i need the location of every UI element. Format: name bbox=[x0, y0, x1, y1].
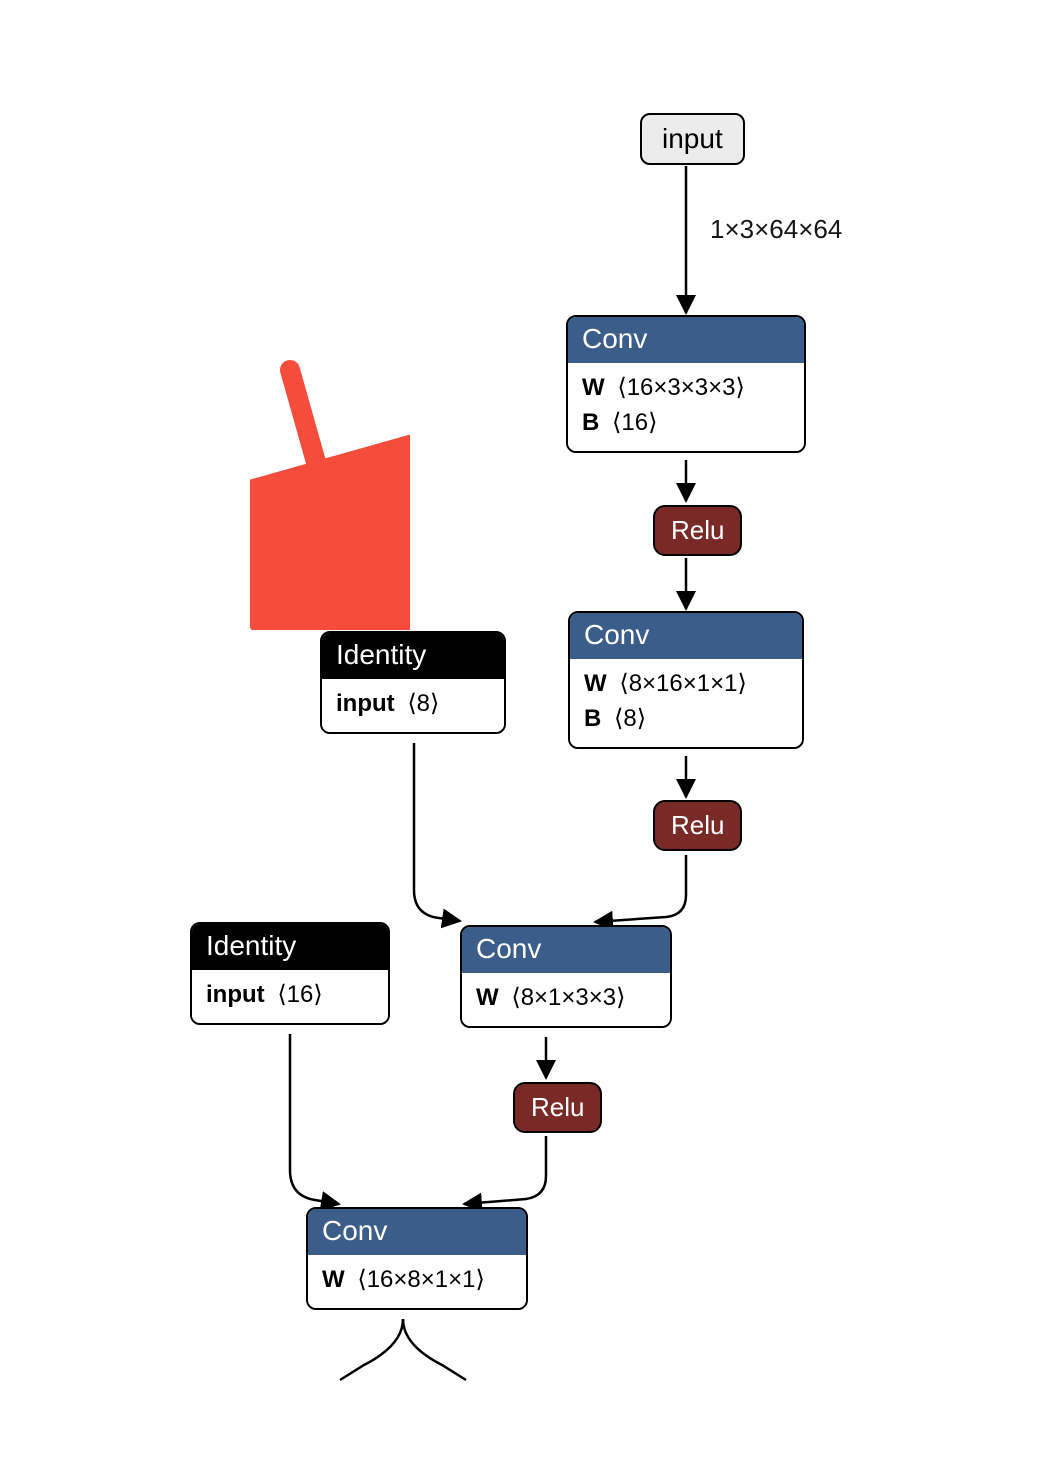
node-conv2[interactable]: Conv W ⟨8×16×1×1⟩ B ⟨8⟩ bbox=[568, 611, 804, 749]
node-conv2-row-W: W ⟨8×16×1×1⟩ bbox=[584, 667, 788, 702]
edge-conv4-out-left bbox=[340, 1319, 403, 1380]
node-relu2-label: Relu bbox=[671, 810, 724, 840]
node-relu1[interactable]: Relu bbox=[653, 505, 742, 556]
node-conv1-body: W ⟨16×3×3×3⟩ B ⟨16⟩ bbox=[568, 363, 804, 451]
edge-identity1-conv3 bbox=[414, 743, 460, 921]
node-identity2-title: Identity bbox=[192, 924, 388, 970]
node-conv3-title: Conv bbox=[462, 927, 670, 973]
node-conv2-row-B: B ⟨8⟩ bbox=[584, 702, 788, 737]
node-conv3[interactable]: Conv W ⟨8×1×3×3⟩ bbox=[460, 925, 672, 1028]
annotation-arrow-icon bbox=[250, 350, 410, 630]
node-conv2-body: W ⟨8×16×1×1⟩ B ⟨8⟩ bbox=[570, 659, 802, 747]
edge-conv4-out-right bbox=[403, 1319, 466, 1380]
node-conv4[interactable]: Conv W ⟨16×8×1×1⟩ bbox=[306, 1207, 528, 1310]
node-conv4-body: W ⟨16×8×1×1⟩ bbox=[308, 1255, 526, 1308]
node-relu2[interactable]: Relu bbox=[653, 800, 742, 851]
node-identity2[interactable]: Identity input ⟨16⟩ bbox=[190, 922, 390, 1025]
node-conv2-title: Conv bbox=[570, 613, 802, 659]
node-conv3-row-W: W ⟨8×1×3×3⟩ bbox=[476, 981, 656, 1016]
node-identity2-row-input: input ⟨16⟩ bbox=[206, 978, 374, 1013]
node-identity2-body: input ⟨16⟩ bbox=[192, 970, 388, 1023]
node-conv1[interactable]: Conv W ⟨16×3×3×3⟩ B ⟨16⟩ bbox=[566, 315, 806, 453]
node-relu3-label: Relu bbox=[531, 1092, 584, 1122]
node-identity1[interactable]: Identity input ⟨8⟩ bbox=[320, 631, 506, 734]
node-conv3-body: W ⟨8×1×3×3⟩ bbox=[462, 973, 670, 1026]
diagram-canvas: 1×3×64×64 input Conv W ⟨16×3×3×3⟩ B ⟨16⟩… bbox=[0, 0, 1050, 1474]
node-input[interactable]: input bbox=[640, 113, 745, 165]
node-relu3[interactable]: Relu bbox=[513, 1082, 602, 1133]
edge-relu2-conv3 bbox=[595, 855, 686, 922]
node-input-label: input bbox=[662, 123, 723, 154]
node-conv1-row-B: B ⟨16⟩ bbox=[582, 406, 790, 441]
edge-identity2-conv4 bbox=[290, 1034, 339, 1204]
edge-label-input-conv1: 1×3×64×64 bbox=[710, 214, 842, 245]
node-relu1-label: Relu bbox=[671, 515, 724, 545]
edge-relu3-conv4 bbox=[464, 1136, 546, 1204]
node-identity1-body: input ⟨8⟩ bbox=[322, 679, 504, 732]
node-conv1-row-W: W ⟨16×3×3×3⟩ bbox=[582, 371, 790, 406]
node-conv1-title: Conv bbox=[568, 317, 804, 363]
node-identity1-row-input: input ⟨8⟩ bbox=[336, 687, 490, 722]
node-identity1-title: Identity bbox=[322, 633, 504, 679]
node-conv4-row-W: W ⟨16×8×1×1⟩ bbox=[322, 1263, 512, 1298]
node-conv4-title: Conv bbox=[308, 1209, 526, 1255]
